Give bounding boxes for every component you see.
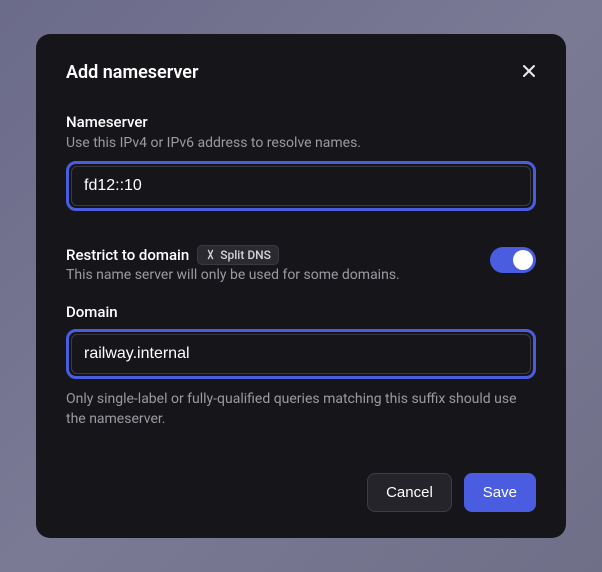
- nameserver-input[interactable]: [71, 166, 531, 206]
- cancel-button[interactable]: Cancel: [367, 473, 452, 512]
- restrict-text-block: Restrict to domain Split DNS This name s…: [66, 245, 400, 283]
- domain-label: Domain: [66, 303, 536, 321]
- toggle-knob: [513, 250, 533, 270]
- close-button[interactable]: [518, 60, 540, 82]
- restrict-section: Restrict to domain Split DNS This name s…: [66, 245, 536, 283]
- domain-input[interactable]: [71, 334, 531, 374]
- split-dns-badge-label: Split DNS: [220, 248, 271, 262]
- nameserver-section: Nameserver Use this IPv4 or IPv6 address…: [66, 113, 536, 211]
- add-nameserver-modal: Add nameserver Nameserver Use this IPv4 …: [36, 34, 566, 539]
- nameserver-input-focus-ring: [66, 161, 536, 211]
- domain-input-focus-ring: [66, 329, 536, 379]
- nameserver-label: Nameserver: [66, 113, 536, 131]
- restrict-toggle[interactable]: [490, 247, 536, 273]
- modal-title: Add nameserver: [66, 62, 536, 83]
- save-button[interactable]: Save: [464, 473, 536, 512]
- close-icon: [521, 63, 537, 79]
- restrict-hint: This name server will only be used for s…: [66, 267, 400, 283]
- split-dns-badge: Split DNS: [197, 245, 279, 265]
- restrict-label: Restrict to domain: [66, 246, 189, 264]
- modal-footer: Cancel Save: [66, 473, 536, 512]
- split-icon: [205, 249, 216, 260]
- domain-helper: Only single-label or fully-qualified que…: [66, 389, 536, 430]
- nameserver-hint: Use this IPv4 or IPv6 address to resolve…: [66, 135, 536, 151]
- domain-section: Domain Only single-label or fully-qualif…: [66, 303, 536, 430]
